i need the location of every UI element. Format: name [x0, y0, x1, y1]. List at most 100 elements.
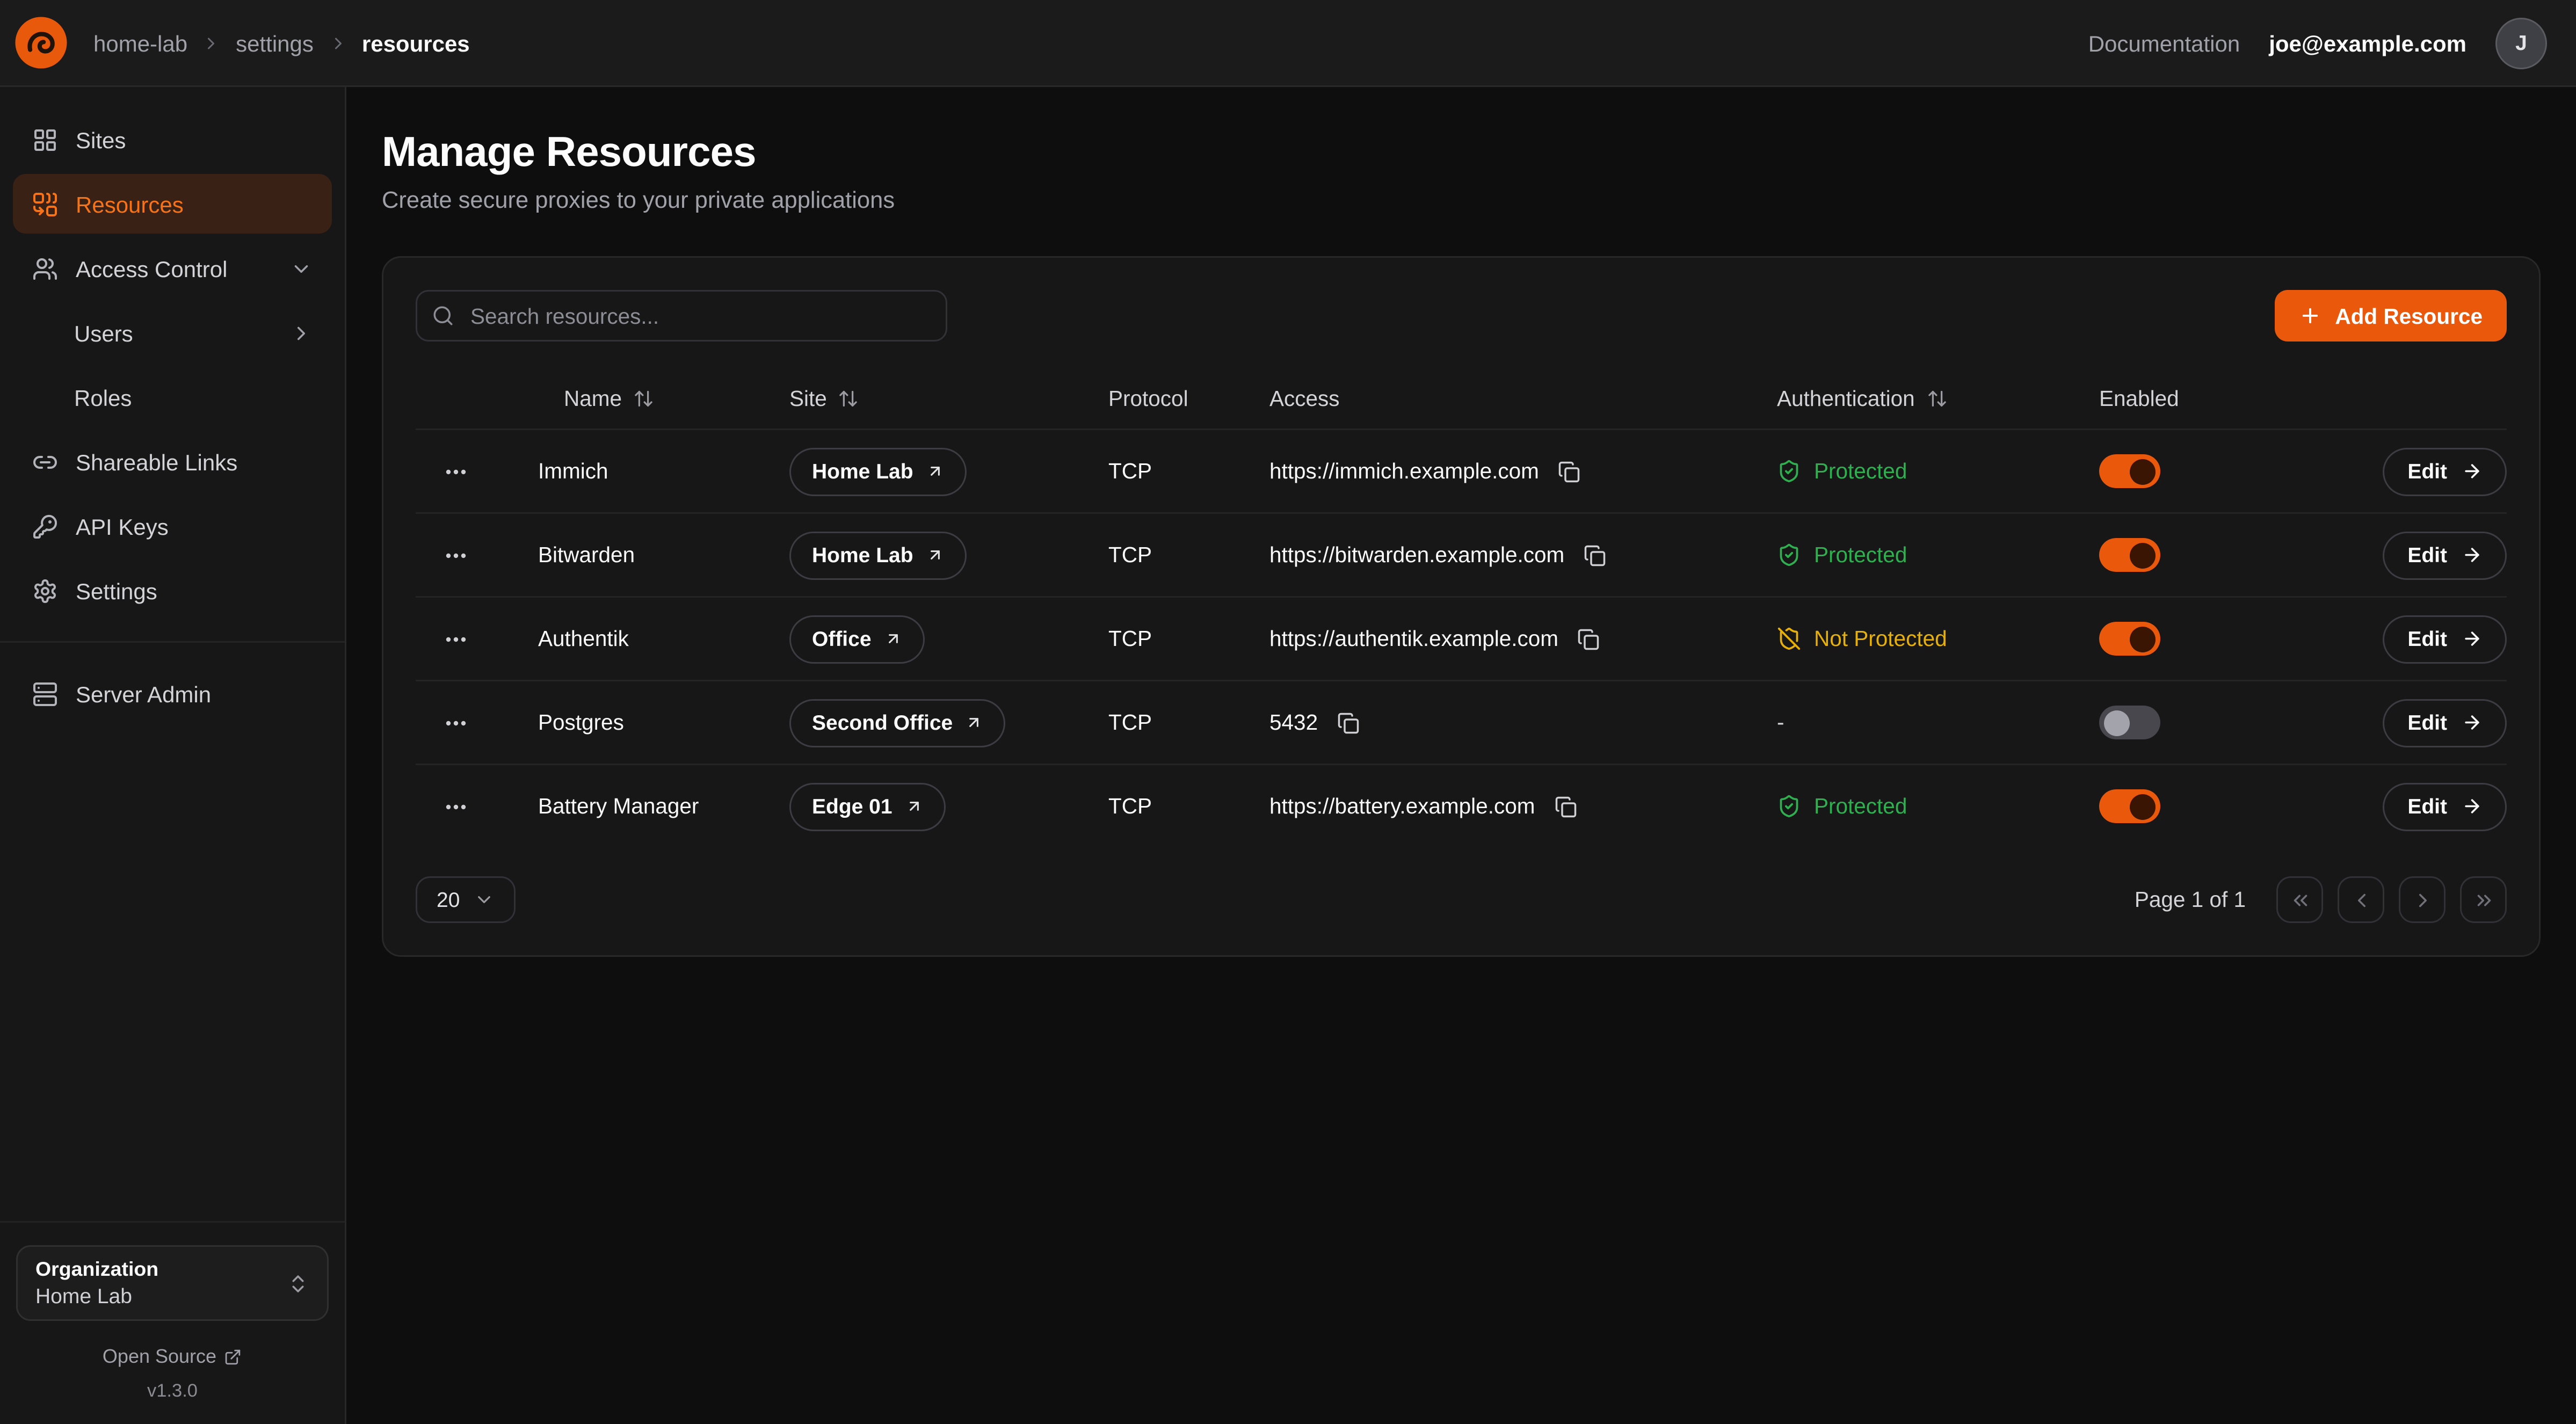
- sidebar-item-server-admin[interactable]: Server Admin: [13, 664, 332, 723]
- row-menu-button[interactable]: [437, 620, 475, 658]
- page-size-select[interactable]: 20: [416, 876, 516, 923]
- sidebar-footer: Organization Home Lab Open Source v1.3.0: [0, 1221, 345, 1424]
- sidebar-item-label: Roles: [74, 384, 132, 410]
- breadcrumb-item-settings[interactable]: settings: [236, 30, 314, 56]
- arrow-right-icon: [2462, 628, 2483, 649]
- arrow-up-right-icon: [926, 546, 944, 564]
- site-link[interactable]: Home Lab: [789, 447, 967, 496]
- protocol-cell: TCP: [1108, 794, 1269, 818]
- sidebar-item-sites[interactable]: Sites: [13, 110, 332, 169]
- sidebar-item-resources[interactable]: Resources: [13, 174, 332, 234]
- auth-status: -: [1777, 710, 1784, 735]
- copy-icon[interactable]: [1580, 541, 1609, 570]
- column-header-protocol: Protocol: [1108, 386, 1269, 410]
- column-header-site[interactable]: Site: [789, 386, 1108, 410]
- shield-check-icon: [1777, 794, 1801, 818]
- row-menu-button[interactable]: [437, 787, 475, 826]
- table-header-row: Name Site Protocol: [416, 367, 2507, 428]
- sidebar-item-roles[interactable]: Roles: [13, 367, 332, 427]
- arrow-up-right-icon: [966, 714, 983, 731]
- row-menu-button[interactable]: [437, 703, 475, 742]
- grid-icon: [32, 127, 58, 152]
- column-header-authentication[interactable]: Authentication: [1777, 386, 2099, 410]
- sidebar-item-settings[interactable]: Settings: [13, 561, 332, 620]
- enabled-toggle[interactable]: [2099, 706, 2160, 739]
- sidebar-item-label: Server Admin: [76, 681, 211, 707]
- sidebar-item-api-keys[interactable]: API Keys: [13, 496, 332, 556]
- edit-button[interactable]: Edit: [2383, 615, 2507, 663]
- edit-button[interactable]: Edit: [2383, 531, 2507, 579]
- enabled-toggle[interactable]: [2099, 538, 2160, 572]
- arrow-right-icon: [2462, 796, 2483, 817]
- chevron-left-icon: [2350, 889, 2372, 911]
- previous-page-button[interactable]: [2338, 876, 2384, 923]
- table-row: Postgres Second Office TCP 5432 -: [416, 680, 2507, 764]
- sidebar-item-access-control[interactable]: Access Control: [13, 238, 332, 298]
- first-page-button[interactable]: [2276, 876, 2323, 923]
- chevron-right-icon: [328, 33, 347, 53]
- search-icon: [432, 304, 454, 327]
- copy-icon[interactable]: [1551, 792, 1580, 821]
- open-source-link[interactable]: Open Source: [16, 1345, 329, 1368]
- site-link[interactable]: Edge 01: [789, 782, 946, 831]
- search-input[interactable]: [416, 290, 947, 342]
- column-header-enabled: Enabled: [2099, 386, 2325, 410]
- sort-icon: [1926, 388, 1947, 409]
- chevron-down-icon: [474, 889, 495, 910]
- resources-card: Add Resource Name Site: [382, 256, 2541, 957]
- breadcrumb-item-home-lab[interactable]: home-lab: [93, 30, 187, 56]
- enabled-toggle[interactable]: [2099, 454, 2160, 488]
- app-logo-icon[interactable]: [14, 16, 68, 69]
- edit-button[interactable]: Edit: [2383, 782, 2507, 831]
- sidebar-item-label: API Keys: [76, 513, 169, 539]
- access-url: https://bitwarden.example.com: [1269, 543, 1564, 567]
- sort-icon: [633, 388, 654, 409]
- edit-button[interactable]: Edit: [2383, 699, 2507, 747]
- auth-status: Protected: [1777, 543, 1907, 567]
- users-icon: [32, 256, 58, 281]
- resource-name: Bitwarden: [496, 543, 789, 567]
- add-resource-button[interactable]: Add Resource: [2275, 290, 2507, 342]
- next-page-button[interactable]: [2399, 876, 2446, 923]
- organization-label: Organization: [35, 1258, 158, 1281]
- shield-check-icon: [1777, 459, 1801, 483]
- arrow-up-right-icon: [926, 462, 944, 480]
- copy-icon[interactable]: [1574, 624, 1603, 653]
- enabled-toggle[interactable]: [2099, 789, 2160, 823]
- arrow-up-right-icon: [884, 630, 902, 648]
- row-menu-button[interactable]: [437, 536, 475, 575]
- chevron-right-icon: [290, 322, 313, 344]
- last-page-button[interactable]: [2460, 876, 2507, 923]
- chevrons-up-down-icon: [287, 1272, 309, 1295]
- site-link[interactable]: Home Lab: [789, 531, 967, 579]
- column-header-name[interactable]: Name: [496, 386, 789, 410]
- auth-status: Protected: [1777, 794, 1907, 818]
- sidebar-item-users[interactable]: Users: [13, 303, 332, 362]
- auth-status: Not Protected: [1777, 627, 1947, 651]
- arrow-up-right-icon: [905, 797, 923, 815]
- resource-table-body: Immich Home Lab TCP https://immich.examp…: [416, 428, 2507, 847]
- enabled-toggle[interactable]: [2099, 622, 2160, 656]
- page-title: Manage Resources: [382, 127, 2541, 177]
- search-box: [416, 290, 947, 342]
- access-url: https://authentik.example.com: [1269, 627, 1558, 651]
- user-email[interactable]: joe@example.com: [2269, 30, 2466, 56]
- organization-selector[interactable]: Organization Home Lab: [16, 1245, 329, 1321]
- sidebar-item-shareable-links[interactable]: Shareable Links: [13, 432, 332, 491]
- table-row: Immich Home Lab TCP https://immich.examp…: [416, 428, 2507, 512]
- copy-icon[interactable]: [1334, 708, 1363, 737]
- shield-check-icon: [1777, 543, 1801, 567]
- copy-icon[interactable]: [1555, 457, 1584, 486]
- plus-icon: [2299, 304, 2322, 327]
- site-link[interactable]: Office: [789, 615, 925, 663]
- table-row: Battery Manager Edge 01 TCP https://batt…: [416, 764, 2507, 847]
- access-url: https://battery.example.com: [1269, 794, 1535, 818]
- edit-button[interactable]: Edit: [2383, 447, 2507, 496]
- resource-name: Battery Manager: [496, 794, 789, 818]
- documentation-link[interactable]: Documentation: [2088, 30, 2240, 56]
- chevrons-right-icon: [2472, 889, 2495, 911]
- topbar: home-lab settings resources Documentatio…: [0, 0, 2576, 87]
- avatar[interactable]: J: [2495, 17, 2547, 69]
- row-menu-button[interactable]: [437, 452, 475, 491]
- site-link[interactable]: Second Office: [789, 699, 1006, 747]
